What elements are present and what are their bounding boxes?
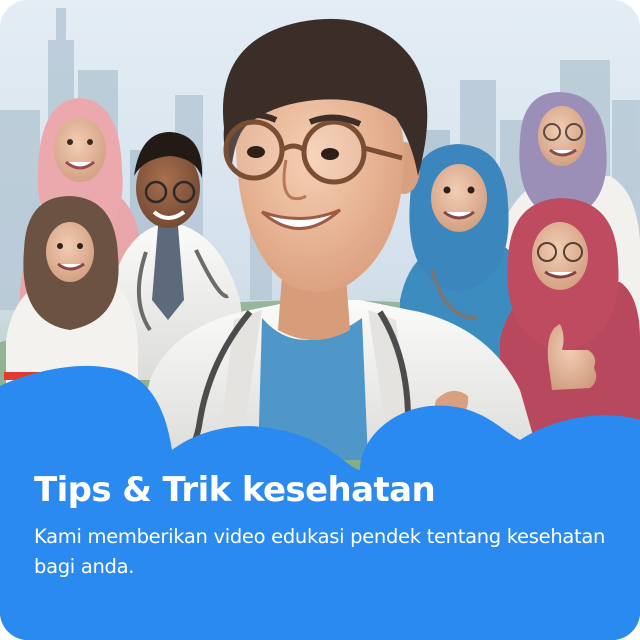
caption-block: Tips & Trik kesehatan Kami memberikan vi…: [34, 466, 614, 582]
health-tips-card[interactable]: Tips & Trik kesehatan Kami memberikan vi…: [0, 0, 640, 640]
card-description: Kami memberikan video edukasi pendek ten…: [34, 525, 606, 578]
card-title: Tips & Trik kesehatan: [34, 470, 436, 510]
